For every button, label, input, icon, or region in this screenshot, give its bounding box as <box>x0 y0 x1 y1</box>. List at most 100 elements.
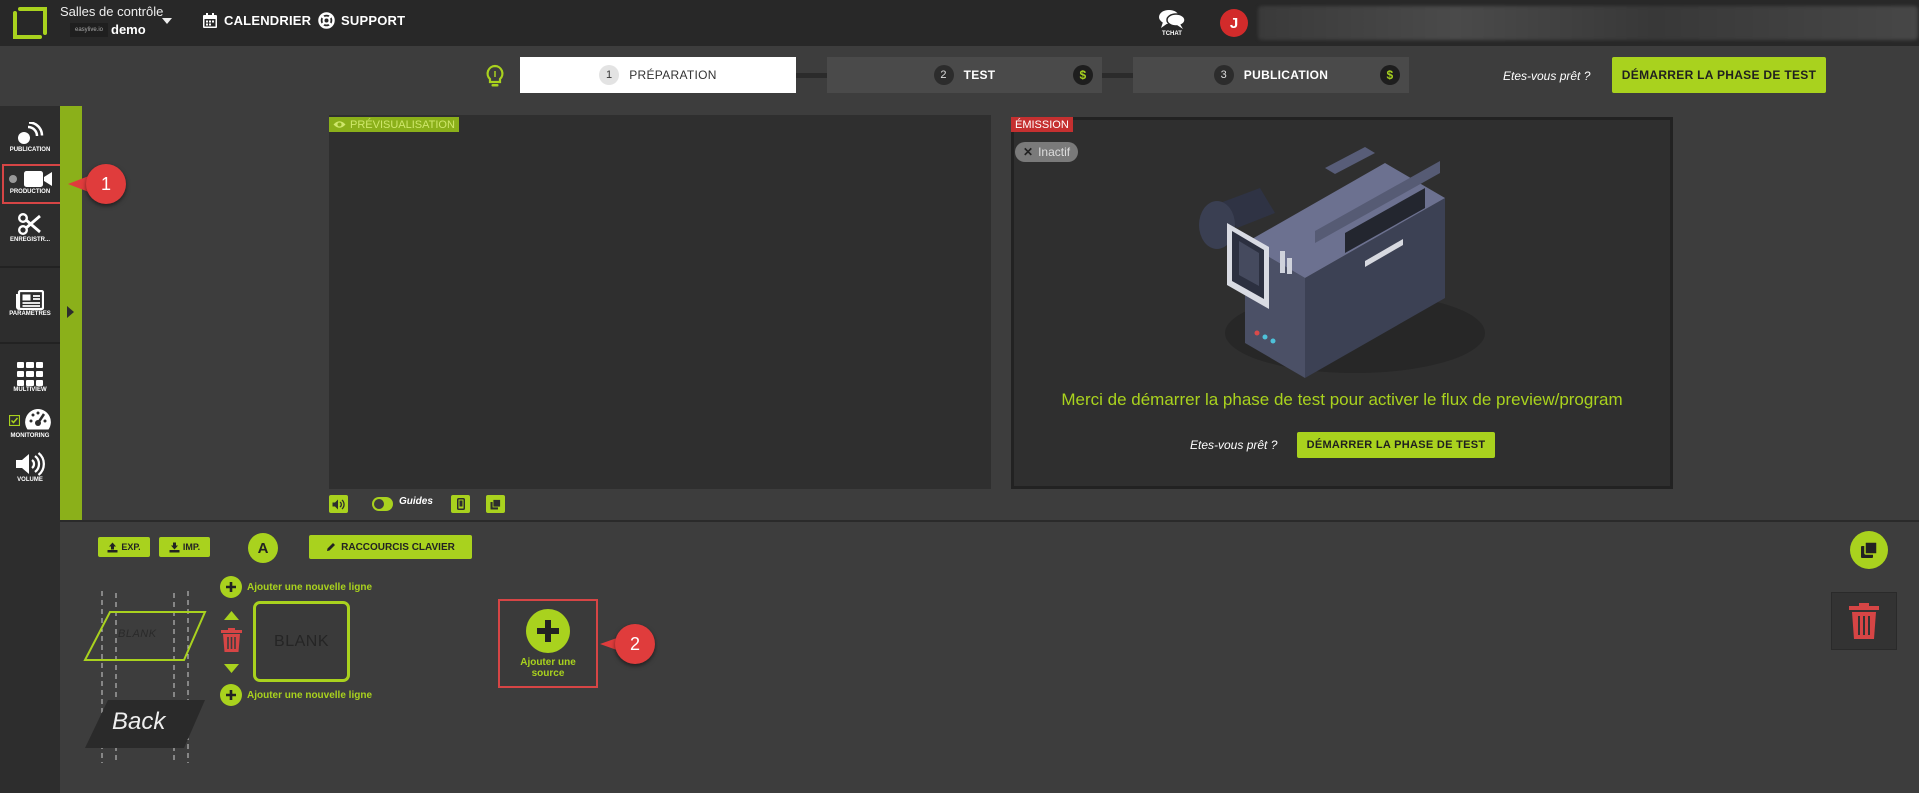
copy-icon <box>490 498 501 509</box>
grid-icon <box>17 362 43 386</box>
nav-calendar-label: CALENDRIER <box>224 13 312 28</box>
trash-dropzone[interactable] <box>1831 592 1897 650</box>
emission-status-badge: ✕ Inactif <box>1015 142 1079 162</box>
scissors-icon <box>18 213 41 235</box>
guides-toggle[interactable] <box>372 497 393 511</box>
sidebar-item-multiview[interactable]: MULTIVIEW <box>0 362 60 393</box>
tchat-label: TCHAT <box>1162 31 1182 37</box>
gauge-icon <box>24 409 51 430</box>
preview-audio-button[interactable] <box>329 495 348 513</box>
org-name[interactable]: demo <box>111 22 146 37</box>
step-preparation[interactable]: 1 PRÉPARATION <box>520 57 796 93</box>
start-test-button[interactable]: DÉMARRER LA PHASE DE TEST <box>1612 57 1826 93</box>
blurred-region <box>1258 6 1918 40</box>
download-icon <box>169 542 180 552</box>
sidebar-item-label: ENREGISTR... <box>9 237 50 243</box>
sidebar-item-volume[interactable]: VOLUME <box>0 452 60 483</box>
export-label: EXP. <box>121 542 141 552</box>
guides-label: Guides <box>399 496 433 507</box>
caret-down-icon[interactable] <box>162 18 172 24</box>
duplicate-view-button[interactable] <box>486 495 505 513</box>
sidebar-item-monitoring[interactable]: MONITORING <box>0 408 60 439</box>
trash-icon <box>1849 603 1879 639</box>
top-bar: Salles de contrôle easylive.io demo CALE… <box>0 0 1919 46</box>
checkbox-icon[interactable] <box>8 414 20 426</box>
callout-number: 2 <box>615 624 655 664</box>
sidebar-item-label: VOLUME <box>17 477 43 483</box>
preview-panel <box>329 115 991 489</box>
step-test[interactable]: 2 TEST $ <box>827 57 1102 93</box>
pencil-icon <box>327 543 336 551</box>
close-icon: ✕ <box>1023 145 1034 159</box>
layer-blank-label: BLANK <box>118 628 157 640</box>
keyboard-shortcuts-label: RACCOURCIS CLAVIER <box>341 541 455 553</box>
upload-icon <box>107 542 118 552</box>
step-number: 1 <box>599 65 620 85</box>
add-source-label-line1: Ajouter une <box>520 657 576 668</box>
toggle-knob <box>374 499 384 509</box>
source-card-blank[interactable]: BLANK <box>253 601 350 682</box>
newspaper-icon <box>16 290 44 310</box>
sidebar-divider <box>0 342 60 344</box>
plus-icon <box>220 576 242 598</box>
emission-message: Merci de démarrer la phase de test pour … <box>1061 390 1623 409</box>
mobile-icon <box>456 498 465 510</box>
mobile-view-button[interactable] <box>451 495 470 513</box>
nav-support[interactable]: SUPPORT <box>318 12 405 29</box>
callout-number: 1 <box>86 164 126 204</box>
add-line-label: Ajouter une nouvelle ligne <box>247 581 373 593</box>
text-mode-button[interactable]: A <box>248 533 278 563</box>
add-line-label: Ajouter une nouvelle ligne <box>247 689 373 701</box>
lightbulb-icon[interactable] <box>485 64 505 88</box>
nav-support-label: SUPPORT <box>341 13 406 28</box>
step-connector <box>795 73 827 78</box>
user-avatar[interactable]: J <box>1220 9 1248 37</box>
camera-illustration <box>1185 133 1505 393</box>
sidebar-item-settings[interactable]: PARAMÈTRES <box>0 290 60 317</box>
copy-icon <box>1861 541 1878 558</box>
plus-icon <box>526 609 570 653</box>
app-logo-icon[interactable] <box>12 6 48 40</box>
calendar-icon <box>203 13 217 28</box>
dollar-icon: $ <box>1073 65 1093 85</box>
step-label: PUBLICATION <box>1243 68 1329 82</box>
step-label: PRÉPARATION <box>629 68 717 82</box>
left-sidebar: PUBLICATION PRODUCTION ENREGISTR... PARA… <box>0 106 60 793</box>
import-button[interactable]: IMP. <box>159 537 210 557</box>
sidebar-item-publication[interactable]: PUBLICATION <box>0 122 60 153</box>
add-line-bottom[interactable]: Ajouter une nouvelle ligne <box>220 684 372 706</box>
emission-start-test-button[interactable]: DÉMARRER LA PHASE DE TEST <box>1297 432 1495 458</box>
speaker-icon <box>16 452 45 476</box>
step-publication[interactable]: 3 PUBLICATION $ <box>1133 57 1409 93</box>
volume-icon <box>332 499 345 509</box>
move-down-icon[interactable] <box>224 664 239 673</box>
add-source-button[interactable]: Ajouter une source <box>498 599 598 688</box>
export-button[interactable]: EXP. <box>98 537 150 557</box>
step-number: 2 <box>933 65 954 85</box>
highlight-production <box>2 164 62 204</box>
dollar-icon: $ <box>1380 65 1400 85</box>
step-label: TEST <box>963 68 996 82</box>
emission-tag: ÉMISSION <box>1011 117 1073 132</box>
delete-line-icon[interactable] <box>221 628 242 652</box>
copy-button[interactable] <box>1850 531 1888 569</box>
add-line-top[interactable]: Ajouter une nouvelle ligne <box>220 576 372 598</box>
sidebar-item-label: PUBLICATION <box>9 147 51 153</box>
layer-back-label: Back <box>112 708 166 735</box>
sidebar-item-label: MONITORING <box>10 433 50 439</box>
eye-icon <box>333 121 346 128</box>
sidebar-item-label: PARAMÈTRES <box>9 311 51 317</box>
broadcast-icon <box>18 122 44 144</box>
chevron-right-icon <box>67 306 74 318</box>
move-up-icon[interactable] <box>224 611 239 620</box>
step-connector <box>1100 73 1136 78</box>
nav-calendar[interactable]: CALENDRIER <box>202 12 311 29</box>
preview-tag-label: PRÉVISUALISATION <box>350 118 455 131</box>
emission-status-label: Inactif <box>1038 145 1071 159</box>
sidebar-item-label: MULTIVIEW <box>13 387 47 393</box>
section-divider <box>60 520 1919 522</box>
tchat-button[interactable]: TCHAT <box>1157 8 1187 37</box>
keyboard-shortcuts-button[interactable]: RACCOURCIS CLAVIER <box>309 535 472 559</box>
org-title: Salles de contrôle <box>60 4 164 19</box>
sidebar-item-recording[interactable]: ENREGISTR... <box>0 212 60 243</box>
